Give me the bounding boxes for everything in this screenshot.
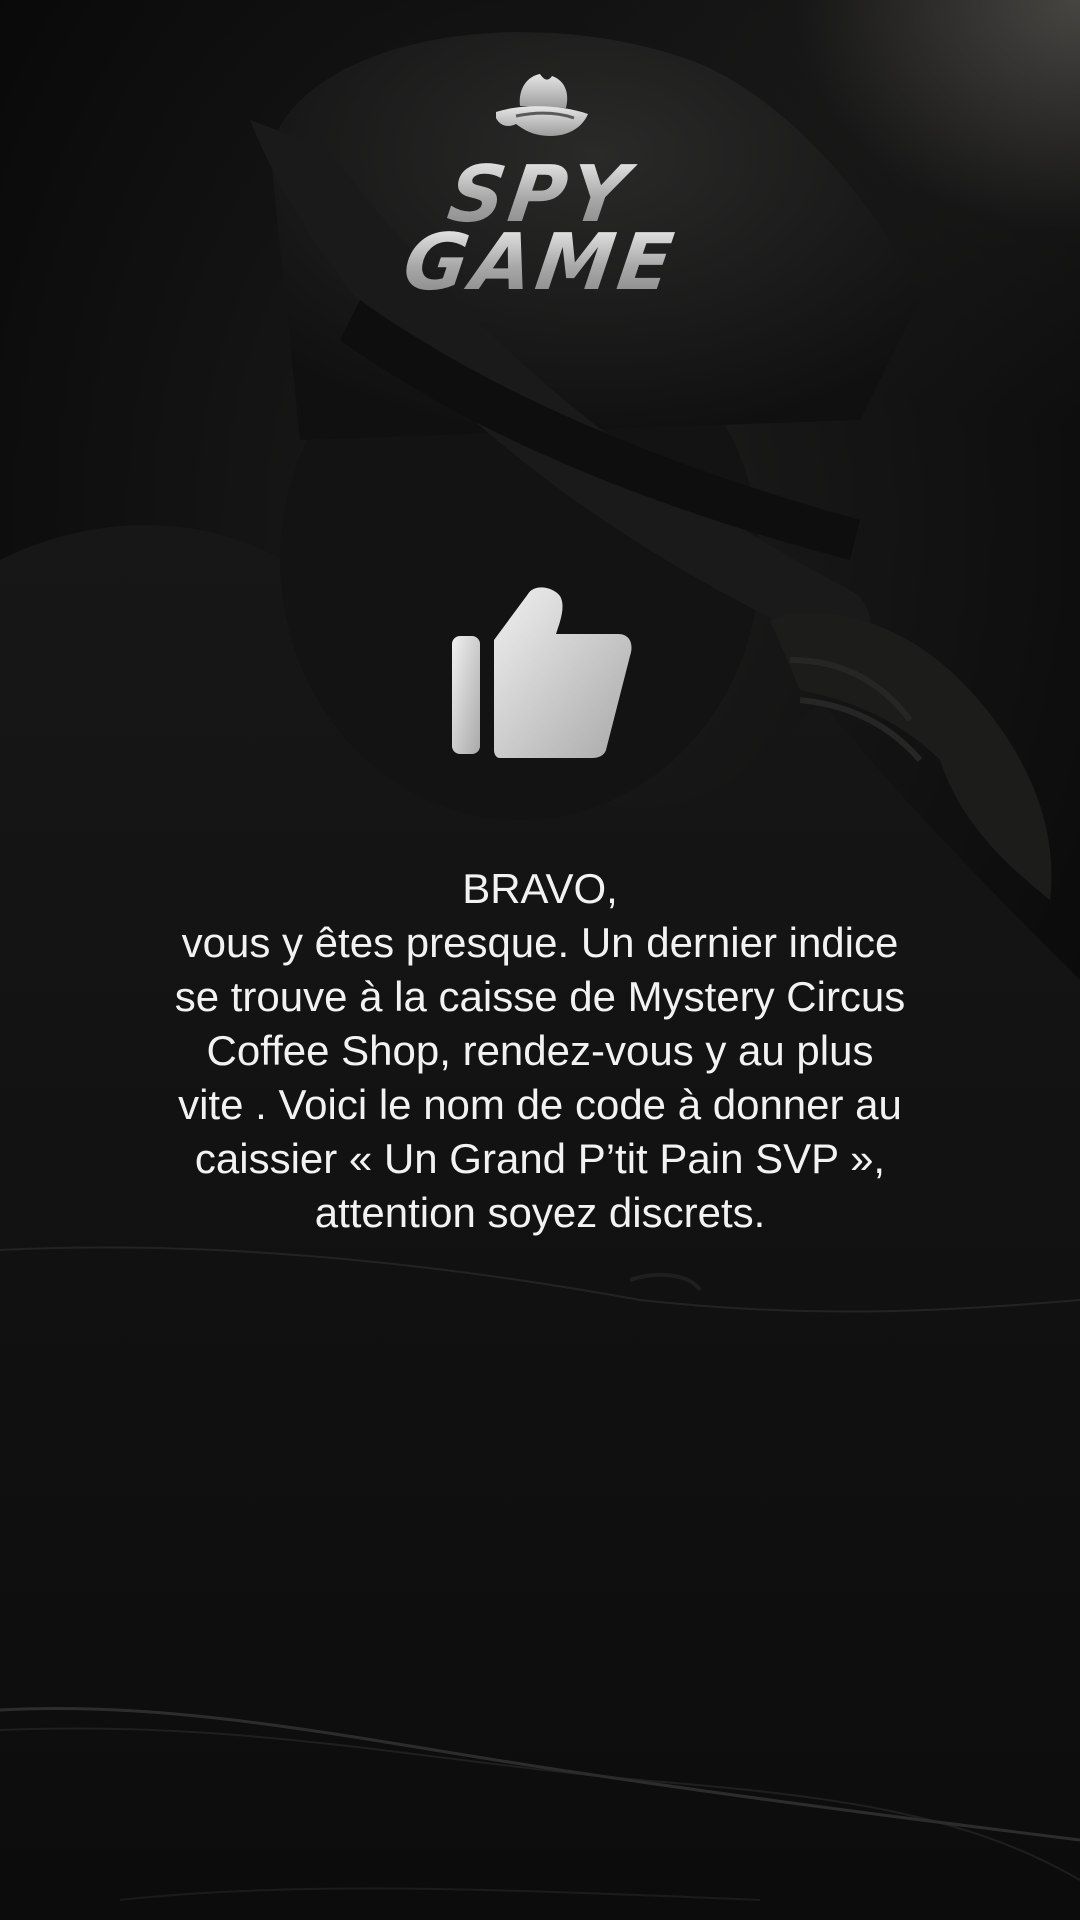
spy-game-success-screen: SPY GAME BRAVO, vous y êtes presque. Un … — [0, 0, 1080, 1920]
success-message: BRAVO, vous y êtes presque. Un dernier i… — [120, 862, 960, 1240]
message-heading: BRAVO, — [462, 865, 618, 912]
spy-hat-icon — [496, 74, 588, 136]
thumbs-up-icon — [452, 587, 632, 758]
spy-game-logo: SPY GAME — [390, 70, 690, 308]
message-body: vous y êtes presque. Un dernier indice s… — [174, 919, 906, 1236]
logo-word-game: GAME — [385, 218, 694, 308]
